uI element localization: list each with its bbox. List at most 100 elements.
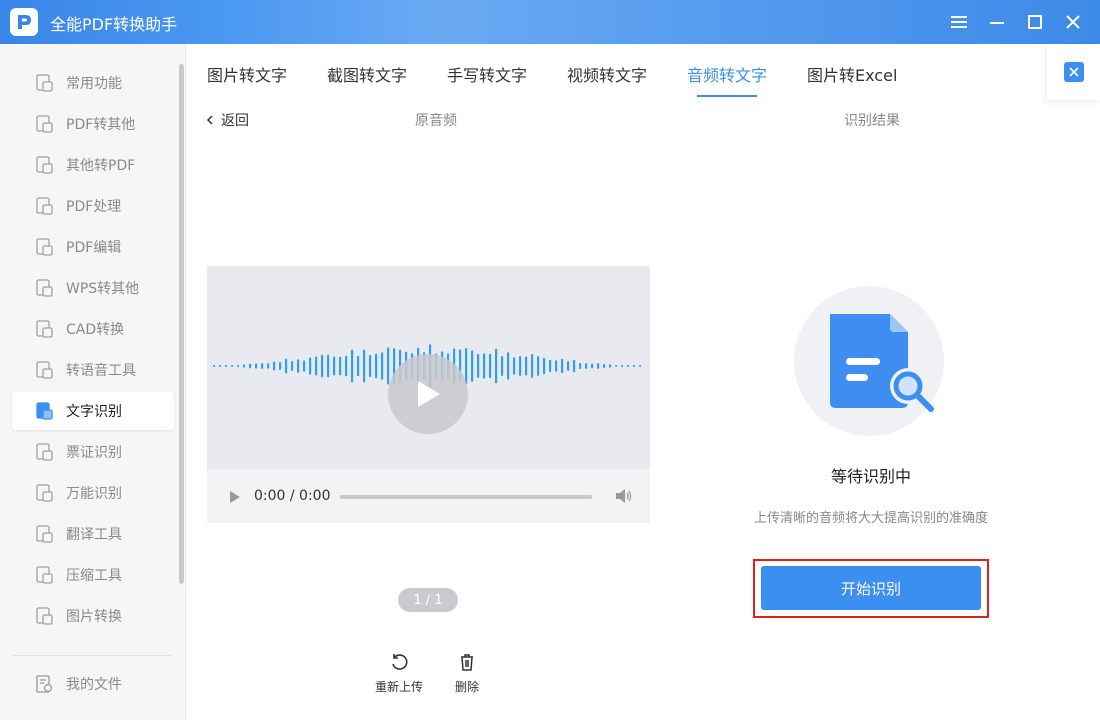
back-button[interactable]: 返回: [205, 110, 249, 130]
tab-image-to-text[interactable]: 图片转文字: [207, 62, 287, 86]
sidebar-item-label: 翻译工具: [66, 527, 122, 543]
app-title: 全能PDF转换助手: [50, 15, 178, 34]
close-square-icon: [1063, 62, 1084, 82]
recognition-hint: 上传清晰的音频将大大提高识别的准确度: [753, 511, 988, 526]
sidebar-item-2[interactable]: 其他转PDF: [12, 146, 174, 184]
sidebar-item-10[interactable]: 万能识别: [12, 474, 174, 512]
play-icon: [418, 381, 440, 407]
maximize-icon[interactable]: [1021, 8, 1049, 36]
wave-bar: [615, 364, 618, 368]
wave-bar: [609, 364, 612, 368]
wave-bar: [237, 365, 240, 367]
wave-bar: [477, 354, 480, 378]
sidebar-item-0[interactable]: 常用功能: [12, 64, 174, 102]
play-overlay-button[interactable]: [388, 354, 468, 434]
wave-bar: [507, 352, 510, 380]
wave-bar: [243, 364, 246, 368]
start-recognition-button[interactable]: 开始识别: [761, 566, 981, 610]
sidebar-scrollbar[interactable]: [179, 64, 184, 584]
sidebar-item-9[interactable]: 票证识别: [12, 433, 174, 471]
tab-image-to-excel[interactable]: 图片转Excel: [807, 62, 897, 86]
tab-bar: 图片转文字 截图转文字 手写转文字 视频转文字 音频转文字 图片转Excel: [187, 44, 1047, 100]
wave-bar: [549, 359, 552, 373]
sidebar: 常用功能 PDF转其他其他转PDF PDF处理 PDF编辑 WPS转其他 CAD转换 转语音…: [0, 44, 186, 720]
other-to-pdf-icon: [36, 156, 53, 174]
menu-icon[interactable]: [945, 8, 973, 36]
sidebar-item-label: 万能识别: [66, 486, 122, 502]
sidebar-item-label: 文字识别: [66, 404, 122, 420]
tab-video-to-text[interactable]: 视频转文字: [567, 62, 647, 86]
sidebar-item-12[interactable]: 压缩工具: [12, 556, 174, 594]
sidebar-item-label: PDF处理: [66, 199, 122, 215]
audio-controls: 0:00 / 0:00: [207, 469, 650, 523]
document-search-illustration: [794, 286, 944, 436]
wave-bar: [303, 360, 306, 372]
tab-handwriting-to-text[interactable]: 手写转文字: [447, 62, 527, 86]
sidebar-item-label: 常用功能: [66, 76, 122, 92]
audio-player: 0:00 / 0:00: [207, 266, 650, 523]
trash-icon: [461, 654, 473, 671]
sidebar-item-1[interactable]: PDF转其他: [12, 105, 174, 143]
original-audio-header: 原音频: [415, 113, 457, 129]
sidebar-item-my-files[interactable]: 我的文件: [12, 665, 174, 703]
sidebar-item-13[interactable]: 图片转换: [12, 597, 174, 635]
sidebar-item-3[interactable]: PDF处理: [12, 187, 174, 225]
wave-bar: [219, 365, 222, 367]
wave-bar: [225, 365, 228, 367]
close-panel-button[interactable]: [1047, 44, 1100, 100]
wave-bar: [285, 358, 288, 374]
wave-bar: [567, 361, 570, 371]
sidebar-item-11[interactable]: 翻译工具: [12, 515, 174, 553]
sidebar-item-label: 票证识别: [66, 445, 122, 461]
reupload-icon: [392, 654, 408, 670]
reupload-button[interactable]: 重新上传: [375, 652, 423, 695]
wave-bar: [387, 347, 390, 385]
wave-bar: [633, 365, 636, 367]
wave-bar: [291, 361, 294, 371]
universal-recognition-icon: [36, 484, 53, 502]
volume-icon[interactable]: [615, 488, 633, 504]
wave-bar: [621, 365, 624, 367]
small-play-icon[interactable]: [229, 490, 241, 504]
wave-bar: [369, 354, 372, 378]
title-bar: 全能PDF转换助手: [0, 0, 1100, 44]
wave-bar: [339, 356, 342, 376]
wave-bar: [579, 362, 582, 370]
wave-bar: [279, 362, 282, 370]
wave-bar: [483, 353, 486, 379]
wave-bar: [231, 365, 234, 367]
sidebar-item-label: 图片转换: [66, 609, 122, 625]
wave-bar: [261, 363, 264, 369]
tab-screenshot-to-text[interactable]: 截图转文字: [327, 62, 407, 86]
wave-bar: [573, 359, 576, 373]
wave-bar: [597, 363, 600, 369]
sidebar-item-4[interactable]: PDF编辑: [12, 228, 174, 266]
sidebar-item-8[interactable]: 文字识别: [12, 392, 174, 430]
sidebar-item-label: 其他转PDF: [66, 158, 136, 174]
close-icon[interactable]: [1059, 8, 1087, 36]
sidebar-item-6[interactable]: CAD转换: [12, 310, 174, 348]
translate-icon: [36, 525, 53, 543]
common-functions-icon: [36, 74, 53, 92]
tab-audio-to-text[interactable]: 音频转文字: [687, 62, 767, 86]
sidebar-item-7[interactable]: 转语音工具: [12, 351, 174, 389]
wave-bar: [249, 363, 252, 369]
result-header: 识别结果: [844, 113, 900, 129]
wave-bar: [525, 356, 528, 376]
wave-bar: [501, 356, 504, 376]
wave-bar: [627, 365, 630, 367]
wave-bar: [495, 348, 498, 384]
wave-bar: [363, 349, 366, 383]
wave-bar: [333, 356, 336, 376]
page-indicator: 1 / 1: [398, 588, 458, 612]
wave-bar: [519, 355, 522, 377]
minimize-icon[interactable]: [983, 8, 1011, 36]
pdf-process-icon: [36, 197, 53, 215]
document-search-icon: [830, 314, 934, 412]
wave-bar: [561, 358, 564, 374]
active-tab-indicator: [697, 95, 757, 97]
chevron-left-icon: [206, 115, 213, 125]
sidebar-item-5[interactable]: WPS转其他: [12, 269, 174, 307]
audio-progress-bar[interactable]: [340, 495, 592, 499]
delete-button[interactable]: 删除: [455, 652, 479, 695]
